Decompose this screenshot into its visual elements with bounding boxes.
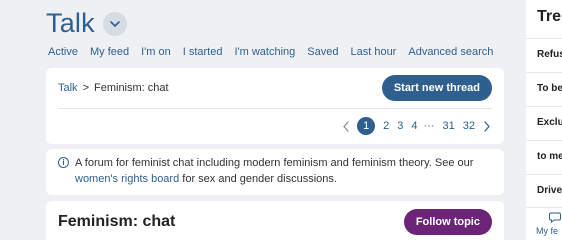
nav-i-started[interactable]: I started xyxy=(183,46,223,58)
sidebar-my-feed-label[interactable]: My fe xyxy=(536,226,558,236)
chevron-left-icon xyxy=(343,120,349,132)
title-dropdown-button[interactable] xyxy=(102,11,127,36)
sidebar-trending-item[interactable]: To be xyxy=(526,72,562,104)
divider xyxy=(58,108,492,109)
page-3[interactable]: 3 xyxy=(397,120,403,132)
breadcrumb-separator: > xyxy=(82,82,89,94)
topic-info-card: i A forum for feminist chat including mo… xyxy=(46,149,504,195)
breadcrumb-talk-link[interactable]: Talk xyxy=(58,82,78,94)
topic-card: Feminism: chat Follow topic xyxy=(46,201,504,240)
topic-description: A forum for feminist chat including mode… xyxy=(75,155,494,187)
page-header: Talk xyxy=(46,8,127,39)
previous-page-button[interactable] xyxy=(343,120,349,132)
trending-sidebar: Tre Refus To be Exclu to me Drive My fe xyxy=(526,0,562,240)
follow-topic-button[interactable]: Follow topic xyxy=(403,209,492,235)
nav-im-on[interactable]: I'm on xyxy=(141,46,171,58)
pagination: 1 2 3 4 ··· 31 32 xyxy=(343,117,490,135)
description-text-after: for sex and gender discussions. xyxy=(179,173,337,185)
sidebar-title: Tre xyxy=(537,8,562,25)
description-text-before: A forum for feminist chat including mode… xyxy=(75,157,474,169)
info-icon: i xyxy=(58,157,69,168)
start-new-thread-button[interactable]: Start new thread xyxy=(381,75,492,101)
page-title: Talk xyxy=(46,8,95,38)
topic-header-card: Talk > Feminism: chat Start new thread 1 2… xyxy=(46,68,504,144)
pagination-ellipsis: ··· xyxy=(423,120,435,132)
page-1[interactable]: 1 xyxy=(357,117,376,135)
page-4[interactable]: 4 xyxy=(411,120,417,132)
sidebar-trending-item[interactable]: to me xyxy=(526,140,562,172)
nav-my-feed[interactable]: My feed xyxy=(90,46,129,58)
next-page-button[interactable] xyxy=(484,120,490,132)
breadcrumb-current: Feminism: chat xyxy=(94,82,169,94)
page-32[interactable]: 32 xyxy=(463,120,475,132)
sidebar-trending-item[interactable]: Drive xyxy=(526,174,562,206)
page-2[interactable]: 2 xyxy=(383,120,389,132)
nav-advanced-search[interactable]: Advanced search xyxy=(408,46,493,58)
sidebar-trending-item[interactable]: Refus xyxy=(526,38,562,70)
womens-rights-board-link[interactable]: women's rights board xyxy=(75,173,179,185)
sidebar-trending-item[interactable]: Exclu xyxy=(526,106,562,138)
chevron-down-icon xyxy=(110,20,120,27)
topic-title: Feminism: chat xyxy=(58,213,176,230)
breadcrumb: Talk > Feminism: chat xyxy=(58,82,169,94)
chevron-right-icon xyxy=(484,120,490,132)
nav-saved[interactable]: Saved xyxy=(307,46,338,58)
page-31[interactable]: 31 xyxy=(443,120,455,132)
talk-nav: Active My feed I'm on I started I'm watc… xyxy=(48,46,505,58)
nav-last-hour[interactable]: Last hour xyxy=(350,46,396,58)
sidebar-my-feed[interactable]: My fe xyxy=(526,207,562,236)
chat-bubble-icon xyxy=(549,212,561,223)
nav-active[interactable]: Active xyxy=(48,46,78,58)
nav-im-watching[interactable]: I'm watching xyxy=(234,46,295,58)
